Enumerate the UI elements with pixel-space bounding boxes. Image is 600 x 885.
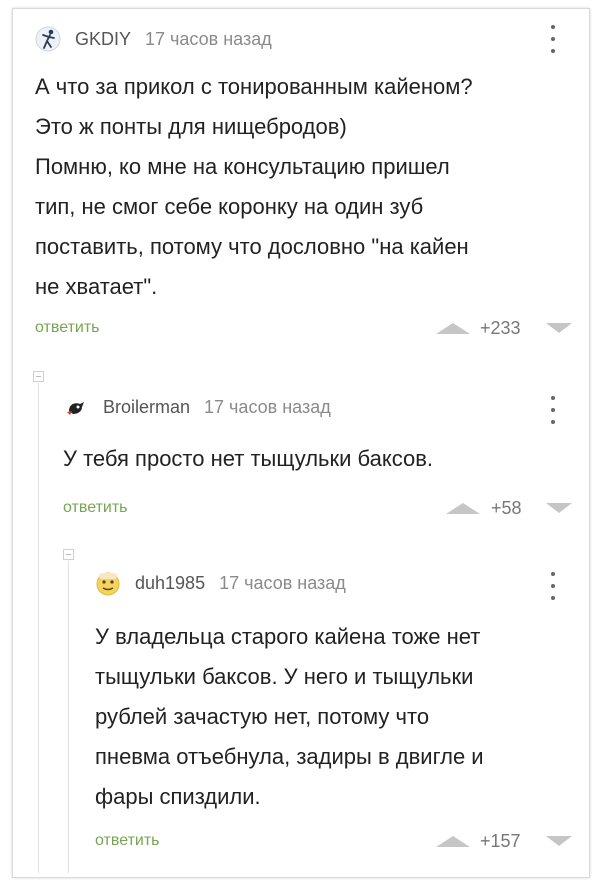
comment-header: duh1985 17 часов назад [95, 567, 346, 599]
rating-count: +233 [480, 318, 521, 338]
downvote-icon[interactable] [546, 503, 572, 513]
reply-link[interactable]: ответить [95, 832, 160, 850]
reply-link[interactable]: ответить [63, 499, 128, 517]
comment-thread: GKDIY 17 часов назад А что за прикол с т… [12, 8, 590, 878]
timestamp: 17 часов назад [204, 396, 331, 417]
comment-line: рублей зачастую нет, потому что [95, 704, 430, 729]
comment-body: А что за прикол с тонированным кайеном? … [35, 67, 473, 307]
more-menu-icon[interactable] [549, 572, 557, 600]
stick-figure-avatar-icon[interactable] [35, 26, 61, 52]
comment-line: Это ж понты для нищебродов) [35, 114, 347, 139]
downvote-icon[interactable] [546, 836, 572, 846]
username[interactable]: Broilerman [103, 397, 190, 418]
bird-avatar-icon[interactable] [63, 394, 89, 420]
more-menu-icon[interactable] [549, 25, 557, 53]
comment-header: Broilerman 17 часов назад [63, 391, 331, 423]
emoji-face-avatar-icon[interactable] [95, 570, 121, 596]
comment-line: пневма отъебнула, задиры в двигле и [95, 744, 484, 769]
rating-count: +58 [491, 498, 522, 518]
upvote-icon[interactable] [436, 323, 470, 334]
downvote-icon[interactable] [546, 323, 572, 333]
comment-line: У владельца старого кайена тоже нет [95, 624, 481, 649]
username[interactable]: duh1985 [135, 573, 205, 594]
comment-line: тип, не смог себе коронку на один зуб [35, 194, 424, 219]
upvote-icon[interactable] [436, 836, 470, 847]
more-menu-icon[interactable] [549, 396, 557, 424]
collapse-thread-icon[interactable] [33, 371, 44, 382]
comment-line: Помню, ко мне на консультацию пришел [35, 154, 450, 179]
comment-line: У тебя просто нет тыщульки баксов. [63, 446, 434, 471]
comment-line: поставить, потому что дословно "на кайен [35, 234, 469, 259]
comment-body: У владельца старого кайена тоже нет тыщу… [95, 617, 484, 817]
timestamp: 17 часов назад [219, 572, 346, 593]
reply-link[interactable]: ответить [35, 319, 100, 337]
thread-line [38, 383, 39, 873]
thread-line [68, 561, 69, 873]
comment-line: не хватает". [35, 274, 158, 299]
comment-line: А что за прикол с тонированным кайеном? [35, 74, 473, 99]
timestamp: 17 часов назад [145, 28, 272, 49]
comment-header: GKDIY 17 часов назад [35, 23, 272, 55]
comment-body: У тебя просто нет тыщульки баксов. [63, 439, 433, 479]
rating-count: +157 [480, 831, 521, 851]
comment-line: фары спиздили. [95, 784, 261, 809]
upvote-icon[interactable] [446, 503, 480, 514]
username[interactable]: GKDIY [75, 29, 131, 50]
collapse-thread-icon[interactable] [63, 549, 74, 560]
comment-line: тыщульки баксов. У него и тыщульки [95, 664, 474, 689]
